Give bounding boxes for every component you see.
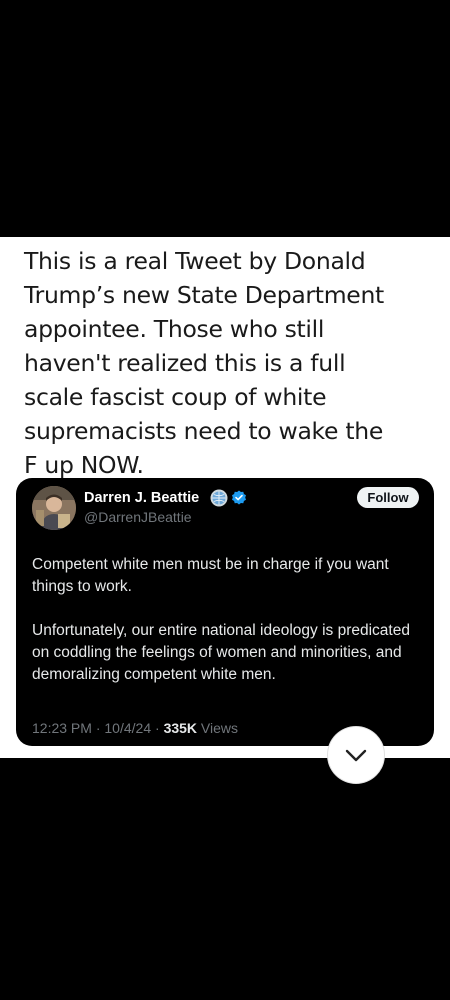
meta-separator: · bbox=[91, 720, 105, 736]
tweet-paragraph: Competent white men must be in charge if… bbox=[32, 556, 389, 595]
post-headline: This is a real Tweet by Donald Trump’s n… bbox=[24, 244, 436, 482]
display-name[interactable]: Darren J. Beattie bbox=[84, 490, 199, 506]
tweet-card[interactable]: Darren J. Beattie @DarrenJBeattie Follow… bbox=[16, 478, 434, 746]
headline-line: Trump’s new State Department bbox=[24, 281, 384, 309]
headline-line: scale fascist coup of white bbox=[24, 383, 327, 411]
views-count: 335K bbox=[163, 720, 198, 736]
tweet-meta: 12:23 PM · 10/4/24 · 335K Views bbox=[32, 720, 238, 736]
headline-line: This is a real Tweet by Donald bbox=[24, 247, 366, 275]
avatar[interactable] bbox=[32, 486, 76, 530]
headline-line: F up NOW. bbox=[24, 451, 144, 479]
headline-line: supremacists need to wake the bbox=[24, 417, 384, 445]
headline-line: appointee. Those who still bbox=[24, 315, 325, 343]
tweet-time[interactable]: 12:23 PM bbox=[32, 720, 92, 736]
chevron-down-icon bbox=[345, 749, 367, 762]
expand-button[interactable] bbox=[328, 727, 384, 783]
tweet-paragraph: Unfortunately, our entire national ideol… bbox=[32, 622, 410, 683]
tweet-text: Competent white men must be in charge if… bbox=[32, 554, 424, 708]
tweet-date[interactable]: 10/4/24 bbox=[104, 720, 151, 736]
meta-separator: · bbox=[151, 720, 164, 736]
follow-button[interactable]: Follow bbox=[357, 487, 419, 508]
verified-check-icon bbox=[231, 490, 247, 506]
handle[interactable]: @DarrenJBeattie bbox=[84, 509, 192, 525]
bottom-black-band bbox=[0, 758, 450, 1000]
globe-badge-icon bbox=[210, 489, 228, 507]
views-label: Views bbox=[200, 720, 239, 736]
headline-line: haven't realized this is a full bbox=[24, 349, 346, 377]
top-black-band bbox=[0, 0, 450, 237]
